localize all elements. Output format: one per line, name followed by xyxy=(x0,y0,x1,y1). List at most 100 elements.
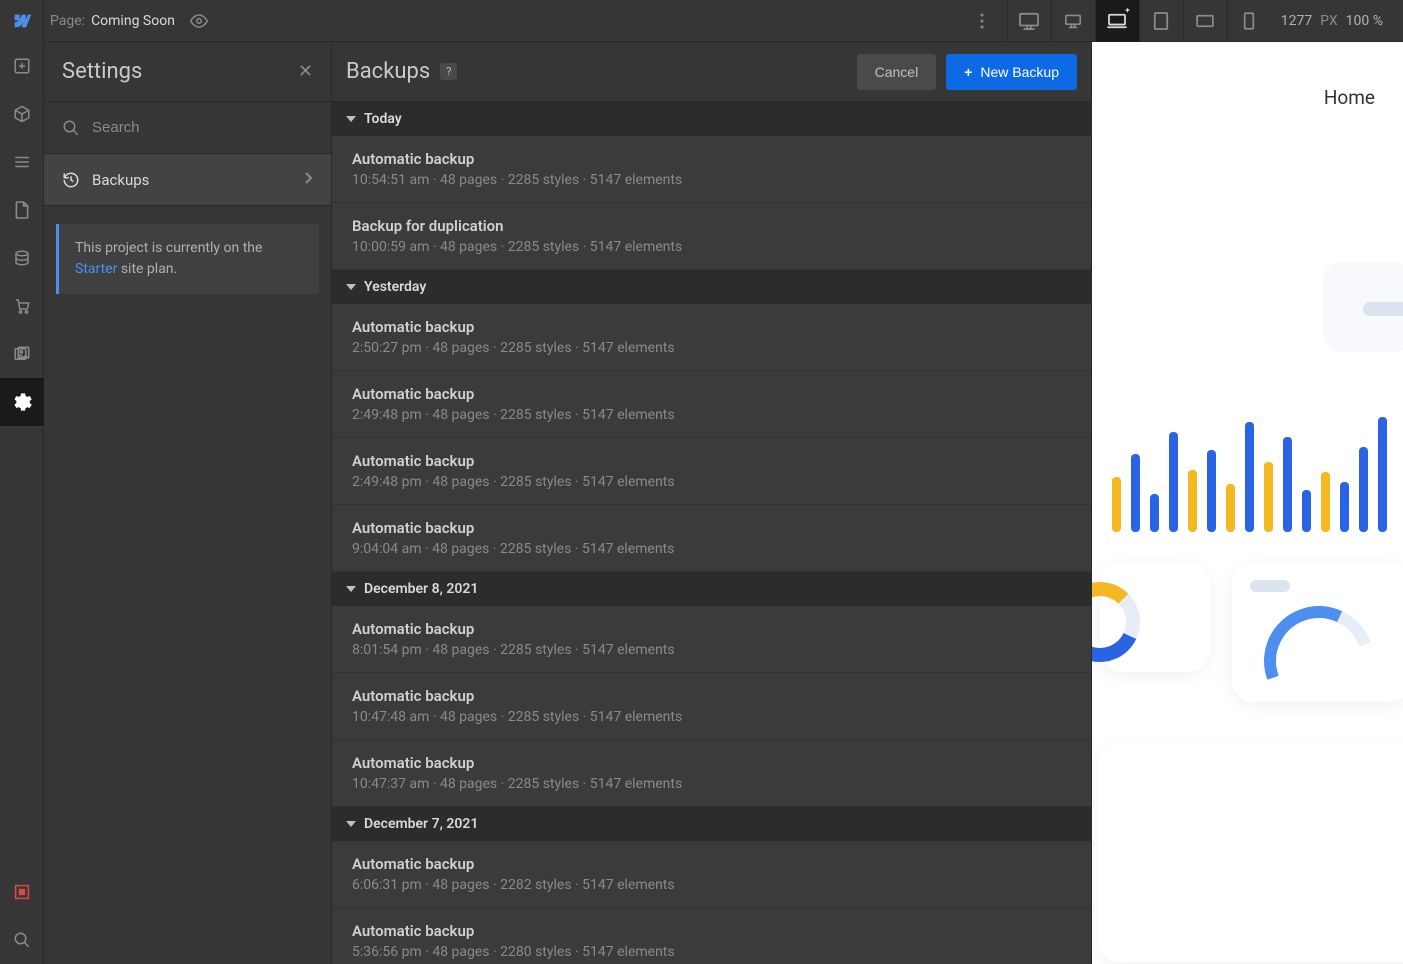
backup-item-meta: 2:49:48 pm · 48 pages · 2285 styles · 51… xyxy=(352,407,1071,423)
viewport-size[interactable]: 1277 PX 100 % xyxy=(1281,13,1403,29)
rail-item-ecommerce[interactable] xyxy=(0,282,44,330)
backup-item-meta: 10:54:51 am · 48 pages · 2285 styles · 5… xyxy=(352,172,1071,188)
device-laptop[interactable]: ✦ xyxy=(1095,0,1139,42)
rail-item-pages[interactable] xyxy=(0,186,44,234)
rail-item-assets[interactable] xyxy=(0,330,44,378)
rail-item-audit[interactable] xyxy=(0,868,44,916)
backup-item-title: Automatic backup xyxy=(352,385,1071,403)
group-label: December 8, 2021 xyxy=(364,581,478,597)
settings-title: Settings xyxy=(62,59,142,84)
zoom-value: 100 % xyxy=(1346,13,1383,29)
backup-item-meta: 6:06:31 pm · 48 pages · 2282 styles · 51… xyxy=(352,877,1071,893)
new-backup-button[interactable]: + New Backup xyxy=(946,54,1077,90)
chevron-down-icon xyxy=(346,284,356,290)
backup-group-header[interactable]: Yesterday xyxy=(332,270,1091,304)
page-name[interactable]: Coming Soon xyxy=(91,13,175,29)
backup-item[interactable]: Automatic backup 2:50:27 pm · 48 pages · … xyxy=(332,304,1091,371)
rail-item-navigator[interactable] xyxy=(0,138,44,186)
backup-item[interactable]: Automatic backup 9:04:04 am · 48 pages · … xyxy=(332,505,1091,572)
backup-item-title: Automatic backup xyxy=(352,754,1071,772)
plan-link[interactable]: Starter xyxy=(75,261,117,277)
search-input[interactable] xyxy=(92,119,313,136)
canvas-preview[interactable]: Home xyxy=(1092,42,1403,964)
plan-note: This project is currently on the Starter… xyxy=(56,224,319,294)
new-backup-label: New Backup xyxy=(980,64,1059,80)
plan-note-prefix: This project is currently on the xyxy=(75,240,262,256)
search-row[interactable] xyxy=(44,102,331,154)
device-desktop[interactable] xyxy=(1051,0,1095,42)
topbar: Page: Coming Soon ✦ 1277 PX 100 % xyxy=(0,0,1403,42)
backup-item-title: Automatic backup xyxy=(352,452,1071,470)
close-icon[interactable]: ✕ xyxy=(298,61,313,82)
backup-item-meta: 5:36:56 pm · 48 pages · 2280 styles · 51… xyxy=(352,944,1071,960)
nav-backups-label: Backups xyxy=(92,171,149,189)
settings-panel: Settings ✕ Backups This project is curre… xyxy=(44,42,332,964)
backup-item[interactable]: Automatic backup 2:49:48 pm · 48 pages · … xyxy=(332,438,1091,505)
backups-title: Backups xyxy=(346,59,430,84)
backup-item-title: Automatic backup xyxy=(352,687,1071,705)
px-label: PX xyxy=(1320,13,1337,29)
plus-icon: + xyxy=(964,64,972,80)
backup-item[interactable]: Automatic backup 10:47:37 am · 48 pages ·… xyxy=(332,740,1091,807)
preview-bars xyxy=(1112,412,1403,532)
backup-item-title: Automatic backup xyxy=(352,922,1071,940)
webflow-logo[interactable] xyxy=(0,0,44,42)
backups-panel: Backups ? Cancel + New Backup Today Autom… xyxy=(332,42,1092,964)
backup-item-meta: 9:04:04 am · 48 pages · 2285 styles · 51… xyxy=(352,541,1071,557)
star-icon: ✦ xyxy=(1124,6,1131,15)
page-label: Page: xyxy=(50,13,85,29)
backup-item-title: Automatic backup xyxy=(352,318,1071,336)
chevron-down-icon xyxy=(346,586,356,592)
backup-group-header[interactable]: December 7, 2021 xyxy=(332,807,1091,841)
webflow-icon xyxy=(11,10,33,32)
backup-item-title: Automatic backup xyxy=(352,150,1071,168)
history-icon xyxy=(62,171,80,189)
backup-item-title: Automatic backup xyxy=(352,620,1071,638)
chevron-down-icon xyxy=(346,116,356,122)
group-label: Today xyxy=(364,111,402,127)
more-icon[interactable] xyxy=(967,13,997,29)
backup-item-meta: 10:47:48 am · 48 pages · 2285 styles · 5… xyxy=(352,709,1071,725)
group-label: December 7, 2021 xyxy=(364,816,478,832)
backup-item-meta: 10:47:37 am · 48 pages · 2285 styles · 5… xyxy=(352,776,1071,792)
settings-header: Settings ✕ xyxy=(44,42,331,102)
eye-icon[interactable] xyxy=(189,11,209,31)
rail-item-settings[interactable] xyxy=(0,378,44,426)
backup-item-title: Automatic backup xyxy=(352,855,1071,873)
nav-home[interactable]: Home xyxy=(1324,86,1375,109)
backup-item[interactable]: Automatic backup 2:49:48 pm · 48 pages · … xyxy=(332,371,1091,438)
rail-item-cms[interactable] xyxy=(0,234,44,282)
settings-nav-backups[interactable]: Backups xyxy=(44,154,331,206)
group-label: Yesterday xyxy=(364,279,426,295)
backup-item-title: Automatic backup xyxy=(352,519,1071,537)
device-tablet[interactable] xyxy=(1139,0,1183,42)
rail-item-3d[interactable] xyxy=(0,90,44,138)
backup-item[interactable]: Automatic backup 8:01:54 pm · 48 pages · … xyxy=(332,606,1091,673)
backup-item-meta: 10:00:59 am · 48 pages · 2285 styles · 5… xyxy=(352,239,1071,255)
preview-widget xyxy=(1323,262,1403,352)
help-icon[interactable]: ? xyxy=(440,63,457,80)
search-icon xyxy=(62,119,80,137)
backup-item[interactable]: Automatic backup 10:54:51 am · 48 pages ·… xyxy=(332,136,1091,203)
device-desktop-large[interactable] xyxy=(1007,0,1051,42)
backup-item[interactable]: Automatic backup 6:06:31 pm · 48 pages · … xyxy=(332,841,1091,908)
backup-item[interactable]: Backup for duplication 10:00:59 am · 48 p… xyxy=(332,203,1091,270)
backup-item-meta: 2:50:27 pm · 48 pages · 2285 styles · 51… xyxy=(352,340,1071,356)
backup-item-meta: 2:49:48 pm · 48 pages · 2285 styles · 51… xyxy=(352,474,1071,490)
chevron-down-icon xyxy=(346,821,356,827)
backup-item[interactable]: Automatic backup 10:47:48 am · 48 pages ·… xyxy=(332,673,1091,740)
chevron-right-icon xyxy=(303,171,313,189)
backup-item-title: Backup for duplication xyxy=(352,217,1071,235)
preview-donut-1 xyxy=(1100,562,1210,672)
plan-note-suffix: site plan. xyxy=(117,261,177,277)
backup-list[interactable]: Today Automatic backup 10:54:51 am · 48 pa… xyxy=(332,102,1091,964)
backup-item[interactable]: Automatic backup 5:36:56 pm · 48 pages · … xyxy=(332,908,1091,964)
backup-item-meta: 8:01:54 pm · 48 pages · 2285 styles · 51… xyxy=(352,642,1071,658)
cancel-button[interactable]: Cancel xyxy=(857,54,937,90)
backup-group-header[interactable]: Today xyxy=(332,102,1091,136)
rail-item-add[interactable] xyxy=(0,42,44,90)
device-tablet-landscape[interactable] xyxy=(1183,0,1227,42)
rail-item-search[interactable] xyxy=(0,916,44,964)
backup-group-header[interactable]: December 8, 2021 xyxy=(332,572,1091,606)
device-mobile[interactable] xyxy=(1227,0,1271,42)
